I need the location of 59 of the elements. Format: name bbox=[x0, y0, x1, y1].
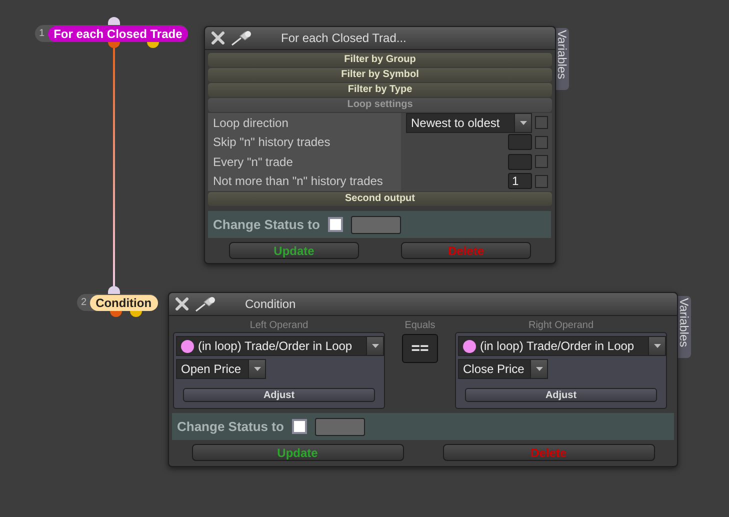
variables-tab[interactable]: Variables bbox=[677, 296, 691, 358]
window-title: For each Closed Trad... bbox=[281, 31, 406, 45]
operator-heading: Equals bbox=[404, 320, 436, 332]
caret-icon bbox=[520, 120, 526, 125]
number-field[interactable]: 1 bbox=[508, 173, 532, 190]
checkbox[interactable] bbox=[328, 217, 343, 232]
checkbox[interactable] bbox=[535, 116, 548, 130]
node-number: 1 bbox=[39, 28, 46, 39]
operator-button[interactable]: == bbox=[402, 334, 438, 363]
checkbox[interactable] bbox=[535, 174, 548, 188]
status-label: Change Status to bbox=[213, 217, 320, 232]
pin-icon[interactable] bbox=[195, 296, 217, 312]
connector-port[interactable] bbox=[147, 42, 159, 48]
node-title: For each Closed Trade bbox=[48, 26, 188, 42]
connector-port[interactable] bbox=[130, 311, 142, 317]
dropdown[interactable]: Newest to oldest bbox=[406, 112, 532, 133]
section-header[interactable]: Filter by Group bbox=[208, 53, 552, 67]
operand-heading: Right Operand bbox=[527, 320, 595, 332]
operand-heading: Left Operand bbox=[248, 320, 310, 332]
connector-port[interactable] bbox=[108, 286, 120, 294]
node-title: Condition bbox=[90, 294, 158, 310]
setting-label: Skip "n" history trades bbox=[208, 132, 401, 152]
checkbox[interactable] bbox=[292, 419, 307, 434]
node-number: 2 bbox=[81, 297, 88, 308]
caret-icon bbox=[536, 367, 542, 371]
variables-tab[interactable]: Variables bbox=[555, 28, 569, 90]
status-label: Change Status to bbox=[177, 419, 284, 434]
field-dropdown[interactable]: Close Price bbox=[458, 359, 548, 379]
variable-dot-icon bbox=[463, 340, 476, 352]
checkbox[interactable] bbox=[535, 155, 548, 168]
pin-icon[interactable] bbox=[231, 30, 253, 46]
close-icon[interactable] bbox=[175, 297, 189, 311]
section-header[interactable]: Filter by Type bbox=[208, 83, 552, 97]
number-field[interactable] bbox=[508, 154, 532, 170]
setting-label: Every "n" trade bbox=[208, 152, 401, 172]
update-button[interactable]: Update bbox=[192, 444, 404, 461]
flow-node[interactable]: 2 Condition bbox=[77, 294, 158, 311]
caret-icon bbox=[372, 344, 378, 348]
flow-node[interactable]: 1 For each Closed Trade bbox=[35, 25, 188, 42]
adjust-button[interactable]: Adjust bbox=[183, 388, 375, 402]
caret-icon bbox=[254, 367, 260, 371]
section-header[interactable]: Second output bbox=[208, 192, 552, 206]
source-dropdown[interactable]: (in loop) Trade/Order in Loop bbox=[176, 336, 384, 356]
update-button[interactable]: Update bbox=[229, 242, 359, 259]
close-icon[interactable] bbox=[211, 31, 225, 45]
section-header[interactable]: Filter by Symbol bbox=[208, 68, 552, 82]
variable-dot-icon bbox=[181, 340, 194, 352]
connector-port[interactable] bbox=[108, 17, 120, 25]
source-dropdown[interactable]: (in loop) Trade/Order in Loop bbox=[458, 336, 666, 356]
field-dropdown[interactable]: Open Price bbox=[176, 359, 266, 379]
status-color-field[interactable] bbox=[350, 216, 401, 234]
number-field[interactable] bbox=[508, 134, 532, 150]
setting-label: Loop direction bbox=[208, 113, 401, 132]
window-title: Condition bbox=[245, 297, 296, 311]
adjust-button[interactable]: Adjust bbox=[465, 388, 657, 402]
caret-icon bbox=[654, 344, 660, 348]
setting-label: Not more than "n" history trades bbox=[208, 172, 401, 191]
status-color-field[interactable] bbox=[314, 418, 365, 436]
checkbox[interactable] bbox=[535, 136, 548, 149]
